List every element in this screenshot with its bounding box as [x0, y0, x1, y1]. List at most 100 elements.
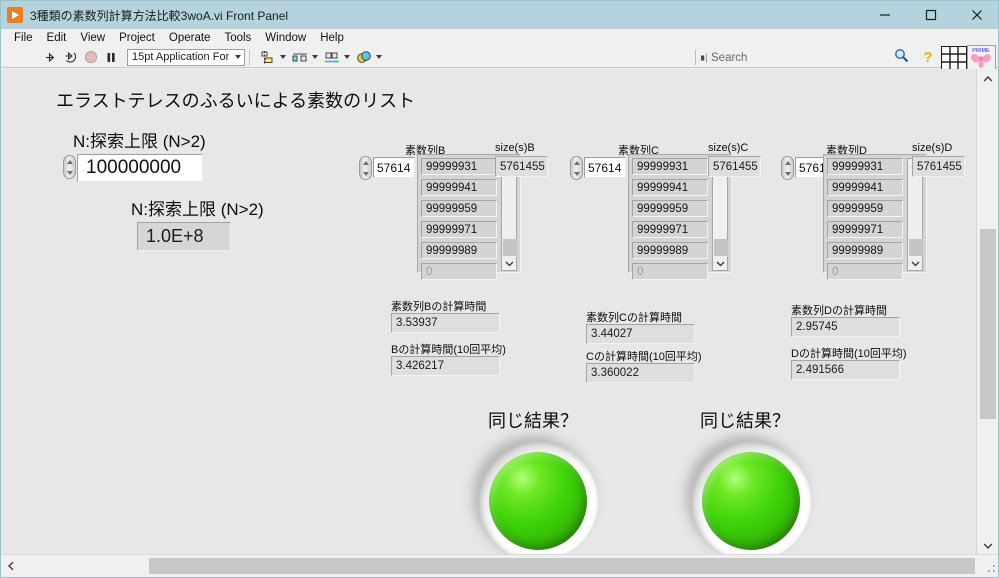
grid-icon[interactable] [941, 46, 967, 70]
array-c-cell-1[interactable]: 99999941 [632, 179, 708, 196]
search-handle-icon[interactable] [700, 52, 709, 63]
menu-project[interactable]: Project [112, 31, 162, 46]
title-bar: 3種類の素数列計算方法比較3woA.vi Front Panel [1, 1, 998, 29]
array-d-size-label: size(s)D [912, 142, 953, 154]
array-c-cell-5[interactable]: 0 [632, 263, 708, 280]
array-c-scroll-thumb[interactable] [714, 239, 728, 257]
array-b-scroll-thumb[interactable] [503, 239, 517, 257]
font-selector[interactable]: 15pt Application Font [127, 48, 245, 66]
menu-tools[interactable]: Tools [217, 31, 258, 46]
resize-objects-button[interactable] [322, 48, 350, 67]
labview-front-panel-window: 3種類の素数列計算方法比較3woA.vi Front Panel File Ed… [0, 0, 999, 578]
menu-file[interactable]: File [7, 31, 40, 46]
panel-horizontal-scrollbar[interactable] [1, 554, 998, 577]
array-b-index-spinner[interactable] [359, 156, 372, 180]
n-indicator-label: N:探索上限 (N>2) [131, 200, 264, 219]
resize-grip-icon[interactable] [984, 561, 998, 575]
array-c-index-spinner[interactable] [570, 156, 583, 180]
distribute-objects-icon [290, 48, 310, 67]
array-d-scroll-thumb[interactable] [909, 239, 923, 257]
scroll-down-arrow[interactable] [908, 256, 922, 270]
align-objects-button[interactable] [258, 48, 286, 67]
array-c-cell-4[interactable]: 99999989 [632, 242, 708, 259]
array-b-time-value: 3.53937 [391, 313, 500, 333]
spinner-down-icon[interactable] [362, 171, 369, 176]
spinner-down-icon[interactable] [66, 170, 73, 175]
array-d-time-value: 2.95745 [791, 317, 900, 337]
minimize-button[interactable] [862, 1, 908, 29]
array-d-cell-0[interactable]: 99999931 [827, 158, 903, 175]
spinner-down-icon[interactable] [573, 171, 580, 176]
panel-vertical-scrollbar[interactable] [976, 69, 998, 556]
menu-edit[interactable]: Edit [40, 31, 74, 46]
menu-help[interactable]: Help [313, 31, 351, 46]
array-b-cell-3[interactable]: 99999971 [421, 221, 497, 238]
array-b-cells: 99999931 99999941 99999959 99999971 9999… [421, 158, 497, 284]
array-b-avg-label: Bの計算時間(10回平均) [391, 344, 506, 356]
array-c-cell-3[interactable]: 99999971 [632, 221, 708, 238]
array-d-cell-2[interactable]: 99999959 [827, 200, 903, 217]
n-control-label: N:探索上限 (N>2) [73, 132, 206, 151]
array-d-cell-1[interactable]: 99999941 [827, 179, 903, 196]
font-selector-value: 15pt Application Font [132, 51, 229, 63]
context-help-icon[interactable]: ? [918, 47, 938, 68]
magnifier-icon[interactable] [894, 48, 909, 68]
spinner-up-icon[interactable] [362, 160, 369, 165]
abort-execution-icon[interactable] [81, 48, 101, 67]
array-c-index-value[interactable]: 57614 [584, 157, 626, 178]
array-b-cell-4[interactable]: 99999989 [421, 242, 497, 259]
panel-heading: エラストテレスのふるいによる素数のリスト [56, 91, 416, 111]
run-controls-group [41, 48, 121, 67]
scroll-up-arrow[interactable] [977, 69, 998, 89]
n-control-spinner[interactable] [63, 155, 76, 179]
array-b-cell-2[interactable]: 99999959 [421, 200, 497, 217]
array-d-avg-value: 2.491566 [791, 360, 900, 380]
svg-text:PRIME: PRIME [972, 48, 990, 54]
maximize-button[interactable] [908, 1, 954, 29]
scroll-down-arrow[interactable] [502, 256, 516, 270]
menu-view[interactable]: View [73, 31, 112, 46]
menu-bar: File Edit View Project Operate Tools Win… [1, 29, 998, 47]
reorder-objects-button[interactable] [354, 48, 382, 67]
array-b-index-value[interactable]: 57614 [373, 157, 415, 178]
panel-horizontal-scroll-thumb[interactable] [149, 558, 975, 574]
run-arrow-icon[interactable] [41, 48, 61, 67]
search-input[interactable] [711, 51, 894, 64]
distribute-objects-button[interactable] [290, 48, 318, 67]
front-panel-canvas: エラストテレスのふるいによる素数のリスト N:探索上限 (N>2) 100000… [1, 69, 976, 556]
array-b-cell-0[interactable]: 99999931 [421, 158, 497, 175]
scroll-left-arrow[interactable] [1, 555, 21, 577]
chevron-down-icon [229, 55, 244, 59]
menu-window[interactable]: Window [258, 31, 313, 46]
pause-icon[interactable] [101, 48, 121, 67]
array-d-cell-4[interactable]: 99999989 [827, 242, 903, 259]
array-d-cells: 99999931 99999941 99999959 99999971 9999… [827, 158, 903, 284]
led-indicator-1[interactable] [478, 441, 598, 556]
led-1-label: 同じ結果？ [488, 411, 578, 431]
spinner-up-icon[interactable] [573, 160, 580, 165]
array-b-time-label: 素数列Bの計算時間 [391, 301, 487, 313]
array-c-cell-2[interactable]: 99999959 [632, 200, 708, 217]
array-b-cell-5[interactable]: 0 [421, 263, 497, 280]
n-control-value[interactable]: 100000000 [77, 154, 203, 182]
panel-vertical-scroll-thumb[interactable] [980, 229, 996, 419]
run-continuously-icon[interactable] [61, 48, 81, 67]
menu-operate[interactable]: Operate [162, 31, 218, 46]
labview-app-icon [7, 7, 23, 23]
array-c-cell-0[interactable]: 99999931 [632, 158, 708, 175]
spinner-down-icon[interactable] [784, 171, 791, 176]
scroll-down-arrow[interactable] [977, 536, 998, 556]
led-2-lamp [702, 452, 800, 550]
led-1-lamp [489, 452, 587, 550]
array-b-cell-1[interactable]: 99999941 [421, 179, 497, 196]
array-d-size-value: 5761455 [912, 156, 965, 177]
scroll-down-arrow[interactable] [713, 256, 727, 270]
spinner-up-icon[interactable] [66, 159, 73, 164]
array-d-cell-3[interactable]: 99999971 [827, 221, 903, 238]
array-d-index-spinner[interactable] [781, 156, 794, 180]
prime-butterfly-icon[interactable]: PRIME [967, 45, 996, 71]
spinner-up-icon[interactable] [784, 160, 791, 165]
close-button[interactable] [954, 1, 998, 29]
led-indicator-2[interactable] [691, 441, 811, 556]
array-d-cell-5[interactable]: 0 [827, 263, 903, 280]
